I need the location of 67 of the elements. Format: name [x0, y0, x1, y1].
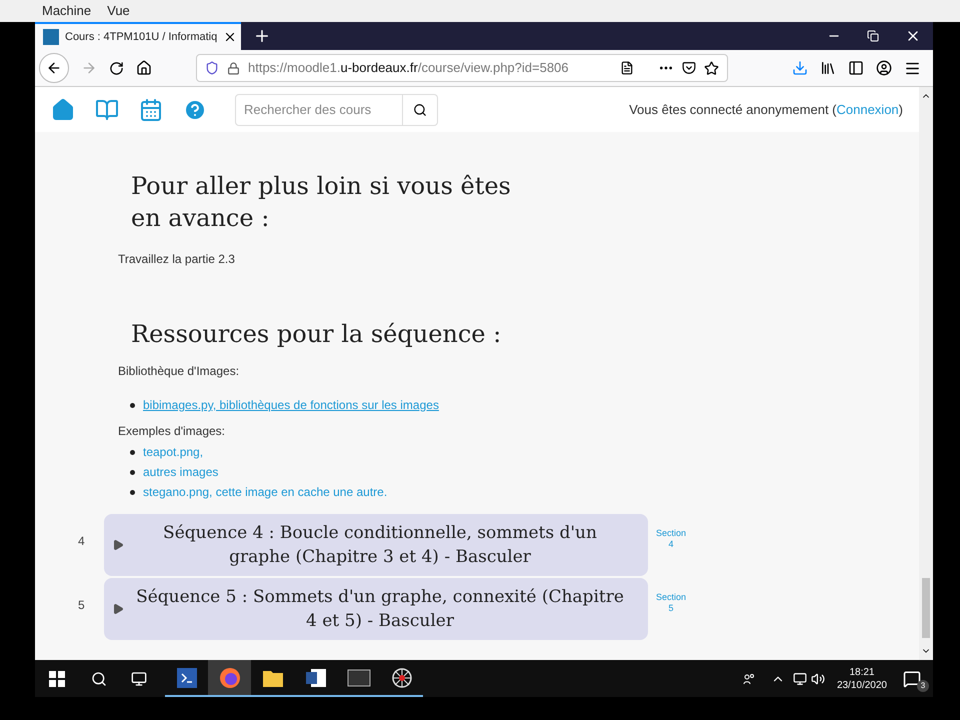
calendar-icon[interactable] [139, 98, 163, 122]
library-icon[interactable] [820, 60, 836, 76]
resource-link[interactable]: stegano.png, cette image en cache une autre. [143, 483, 388, 501]
body-text: Bibliothèque d'Images: [118, 363, 240, 380]
section-number: 4 [78, 533, 86, 550]
notification-badge: 3 [917, 680, 929, 692]
search-button[interactable] [403, 94, 438, 126]
document-w-icon [304, 668, 326, 688]
section-link[interactable]: Section 4 [656, 528, 686, 550]
download-icon[interactable] [792, 60, 808, 76]
address-bar[interactable]: https://moodle1.u-bordeaux.fr/course/view.php?id=5806 [196, 54, 728, 82]
url-text: https://moodle1.u-bordeaux.fr/course/view.php?id=5806 [248, 59, 569, 78]
login-link[interactable]: Connexion [836, 102, 899, 117]
site-favicon [43, 29, 59, 45]
restore-icon[interactable] [867, 30, 879, 42]
search-icon [413, 102, 427, 116]
bullet-icon [130, 450, 135, 454]
book-icon[interactable] [95, 98, 119, 122]
section-header[interactable]: Séquence 5 : Sommets d'un graphe, connexité (Chapitre 4 et 5) - Basculer [104, 578, 648, 640]
shield-icon [205, 61, 219, 75]
section-number: 5 [78, 597, 86, 614]
new-tab-icon[interactable] [253, 27, 271, 45]
terminal-window-icon [346, 668, 370, 686]
pocket-icon[interactable] [682, 61, 696, 75]
menu-item[interactable]: Machine [42, 1, 92, 21]
menu-item[interactable]: Vue [107, 1, 130, 21]
section-title: Séquence 5 : Sommets d'un graphe, connexité (Chapitre 4 et 5) - Basculer [136, 586, 625, 633]
search-icon[interactable] [91, 670, 107, 686]
task-view-icon[interactable] [131, 670, 147, 686]
section-heading: Ressources pour la séquence : [131, 319, 502, 350]
clock-date: 23/10/2020 [836, 678, 887, 692]
resource-link[interactable]: autres images [143, 463, 218, 481]
resource-link[interactable]: bibimages.py, bibliothèques de fonctions sur les images [143, 396, 439, 414]
sidebar-icon[interactable] [848, 60, 864, 76]
reload-icon[interactable] [109, 60, 124, 76]
account-icon[interactable] [876, 60, 892, 76]
tab-title: Cours : 4TPM101U / Informatiq [65, 30, 218, 45]
body-text: Travaillez la partie 2.3 [118, 251, 236, 268]
spider-web-icon [390, 666, 412, 688]
resource-link[interactable]: teapot.png, [143, 443, 204, 461]
bullet-icon [130, 470, 135, 474]
body-text: Exemples d'images: [118, 423, 226, 440]
expand-triangle-icon[interactable] [112, 539, 124, 551]
volume-icon[interactable] [810, 672, 825, 686]
scroll-thumb[interactable] [922, 578, 930, 638]
bullet-icon [130, 402, 135, 408]
network-icon[interactable] [792, 672, 807, 686]
login-status-text: Vous êtes connecté anonymement (Connexion) [629, 100, 903, 119]
expand-triangle-icon[interactable] [112, 603, 124, 615]
people-icon[interactable] [742, 672, 755, 684]
section-header[interactable]: Séquence 4 : Boucle conditionnelle, sommets d'un graphe (Chapitre 3 et 4) - Basculer [104, 514, 648, 576]
section-title: Séquence 4 : Boucle conditionnelle, sommets d'un graphe (Chapitre 3 et 4) - Basculer [162, 522, 598, 569]
notification-icon[interactable] [903, 670, 921, 688]
terminal-prompt-icon [176, 668, 196, 688]
search-field[interactable]: Rechercher des cours [235, 94, 403, 126]
bullet-icon [130, 490, 135, 494]
reader-view-icon[interactable] [620, 61, 634, 75]
star-icon[interactable] [704, 60, 719, 76]
section-link[interactable]: Section 5 [656, 592, 686, 614]
browser-tab[interactable]: Cours : 4TPM101U / Informatiq [35, 22, 241, 50]
back-button[interactable] [39, 53, 69, 83]
clock-time: 18:21 [849, 666, 874, 678]
fox-globe-icon [218, 666, 240, 688]
start-icon[interactable] [49, 670, 65, 686]
home-icon[interactable] [136, 60, 152, 76]
section-heading: Pour aller plus loin si vous êtes en avance : [131, 171, 512, 234]
lock-icon [227, 62, 240, 74]
